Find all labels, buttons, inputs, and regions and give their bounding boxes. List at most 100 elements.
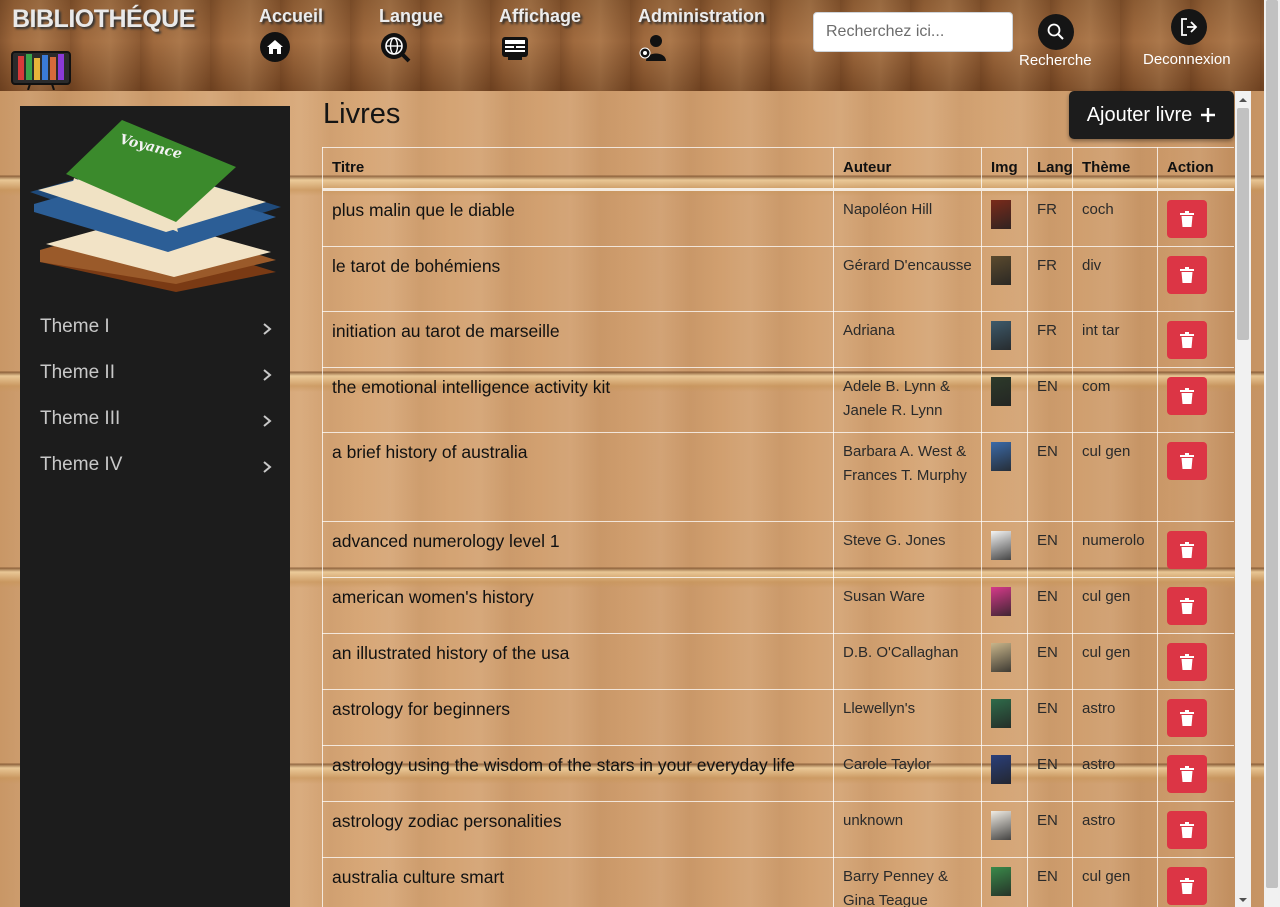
book-cover-thumbnail[interactable] bbox=[991, 587, 1011, 616]
book-image-cell bbox=[981, 432, 1028, 522]
book-lang: FR bbox=[1027, 189, 1073, 247]
nav-accueil[interactable]: Accueil bbox=[259, 6, 323, 63]
brand-title[interactable]: BIBLIOTHÉQUE bbox=[12, 5, 195, 34]
logout-label[interactable]: Deconnexion bbox=[1143, 51, 1231, 68]
book-title: plus malin que le diable bbox=[322, 189, 834, 247]
add-book-button[interactable]: Ajouter livre bbox=[1069, 91, 1234, 139]
sidebar-item-theme-4[interactable]: Theme IV bbox=[20, 448, 290, 488]
book-theme: cul gen bbox=[1072, 577, 1158, 634]
nav-administration[interactable]: Administration bbox=[638, 6, 765, 63]
book-author: D.B. O'Callaghan bbox=[833, 633, 982, 690]
delete-book-button[interactable] bbox=[1167, 811, 1207, 849]
column-header-img[interactable]: Img bbox=[981, 147, 1028, 191]
sidebar-item-label: Theme II bbox=[40, 362, 115, 383]
plus-icon bbox=[1201, 108, 1216, 122]
book-cover-thumbnail[interactable] bbox=[991, 643, 1011, 672]
trash-icon bbox=[1180, 453, 1194, 469]
book-cover-thumbnail[interactable] bbox=[991, 755, 1011, 784]
book-theme: coch bbox=[1072, 189, 1158, 247]
logout-button[interactable] bbox=[1171, 9, 1207, 45]
book-action-cell bbox=[1157, 689, 1234, 746]
sidebar-item-theme-1[interactable]: Theme I bbox=[20, 310, 290, 350]
book-author: Carole Taylor bbox=[833, 745, 982, 802]
column-header-titre[interactable]: Titre bbox=[322, 147, 834, 191]
book-theme: astro bbox=[1072, 745, 1158, 802]
column-header-lang[interactable]: Lang bbox=[1027, 147, 1073, 191]
book-image-cell bbox=[981, 367, 1028, 433]
table-row: astrology for beginners Llewellyn's EN astr… bbox=[322, 689, 1234, 746]
delete-book-button[interactable] bbox=[1167, 867, 1207, 905]
table-row: american women's history Susan Ware EN cul … bbox=[322, 577, 1234, 634]
book-cover-thumbnail[interactable] bbox=[991, 256, 1011, 285]
table-row: astrology using the wisdom of the stars … bbox=[322, 745, 1234, 802]
book-theme: astro bbox=[1072, 689, 1158, 746]
page-scrollbar-thumb[interactable] bbox=[1266, 0, 1278, 888]
nav-administration-label: Administration bbox=[638, 6, 766, 26]
delete-book-button[interactable] bbox=[1167, 200, 1207, 238]
book-cover-thumbnail[interactable] bbox=[991, 377, 1011, 406]
book-theme: numerolo bbox=[1072, 521, 1158, 578]
book-lang: EN bbox=[1027, 689, 1073, 746]
chevron-right-icon bbox=[263, 461, 272, 473]
table-row: advanced numerology level 1 Steve G. Jone… bbox=[322, 521, 1234, 578]
book-image-cell bbox=[981, 745, 1028, 802]
book-action-cell bbox=[1157, 577, 1234, 634]
delete-book-button[interactable] bbox=[1167, 442, 1207, 480]
book-image-cell bbox=[981, 521, 1028, 578]
column-header-action: Action bbox=[1157, 147, 1234, 191]
search-button[interactable] bbox=[1038, 14, 1074, 50]
book-image-cell bbox=[981, 577, 1028, 634]
scroll-up-arrow-icon[interactable] bbox=[1238, 95, 1248, 105]
delete-book-button[interactable] bbox=[1167, 321, 1207, 359]
book-cover-thumbnail[interactable] bbox=[991, 811, 1011, 840]
delete-book-button[interactable] bbox=[1167, 531, 1207, 569]
table-row: an illustrated history of the usa D.B. O'… bbox=[322, 633, 1234, 690]
book-image-cell bbox=[981, 633, 1028, 690]
table-scrollbar-thumb[interactable] bbox=[1237, 108, 1249, 340]
nav-langue-label: Langue bbox=[379, 6, 444, 26]
column-header-auteur[interactable]: Auteur bbox=[833, 147, 982, 191]
sidebar-item-theme-3[interactable]: Theme III bbox=[20, 402, 290, 442]
sidebar-item-label: Theme I bbox=[40, 316, 110, 337]
books-table: Titre Auteur Img Lang Thème Action plus … bbox=[322, 147, 1234, 907]
table-row: australia culture smart Barry Penney & Gi… bbox=[322, 857, 1234, 907]
book-theme: div bbox=[1072, 246, 1158, 312]
delete-book-button[interactable] bbox=[1167, 699, 1207, 737]
book-cover-thumbnail[interactable] bbox=[991, 867, 1011, 896]
add-book-label: Ajouter livre bbox=[1086, 103, 1193, 126]
books-illustration: Voyance bbox=[30, 120, 281, 292]
logout-icon bbox=[1181, 18, 1198, 36]
library-logo-icon[interactable] bbox=[10, 44, 72, 90]
book-lang: EN bbox=[1027, 745, 1073, 802]
delete-book-button[interactable] bbox=[1167, 377, 1207, 415]
nav-affichage[interactable]: Affichage bbox=[499, 6, 581, 63]
book-cover-thumbnail[interactable] bbox=[991, 531, 1011, 560]
sidebar-item-theme-2[interactable]: Theme II bbox=[20, 356, 290, 396]
book-action-cell bbox=[1157, 857, 1234, 907]
delete-book-button[interactable] bbox=[1167, 256, 1207, 294]
search-label[interactable]: Recherche bbox=[1019, 52, 1092, 69]
book-image-cell bbox=[981, 689, 1028, 746]
trash-icon bbox=[1180, 878, 1194, 894]
column-header-theme[interactable]: Thème bbox=[1072, 147, 1158, 191]
book-lang: EN bbox=[1027, 857, 1073, 907]
book-cover-thumbnail[interactable] bbox=[991, 699, 1011, 728]
book-lang: EN bbox=[1027, 367, 1073, 433]
book-title: the emotional intelligence activity kit bbox=[322, 367, 834, 433]
delete-book-button[interactable] bbox=[1167, 587, 1207, 625]
scroll-down-arrow-icon[interactable] bbox=[1238, 895, 1248, 905]
book-theme: int tar bbox=[1072, 311, 1158, 368]
book-author: Steve G. Jones bbox=[833, 521, 982, 578]
chevron-right-icon bbox=[263, 415, 272, 427]
book-cover-thumbnail[interactable] bbox=[991, 321, 1011, 350]
search-input[interactable] bbox=[813, 12, 1013, 52]
table-row: plus malin que le diable Napoléon Hill FR c… bbox=[322, 189, 1234, 247]
delete-book-button[interactable] bbox=[1167, 755, 1207, 793]
book-cover-thumbnail[interactable] bbox=[991, 442, 1011, 471]
book-title: advanced numerology level 1 bbox=[322, 521, 834, 578]
delete-book-button[interactable] bbox=[1167, 643, 1207, 681]
table-row: the emotional intelligence activity kit A… bbox=[322, 367, 1234, 433]
book-action-cell bbox=[1157, 745, 1234, 802]
nav-langue[interactable]: Langue bbox=[379, 6, 443, 63]
book-cover-thumbnail[interactable] bbox=[991, 200, 1011, 229]
